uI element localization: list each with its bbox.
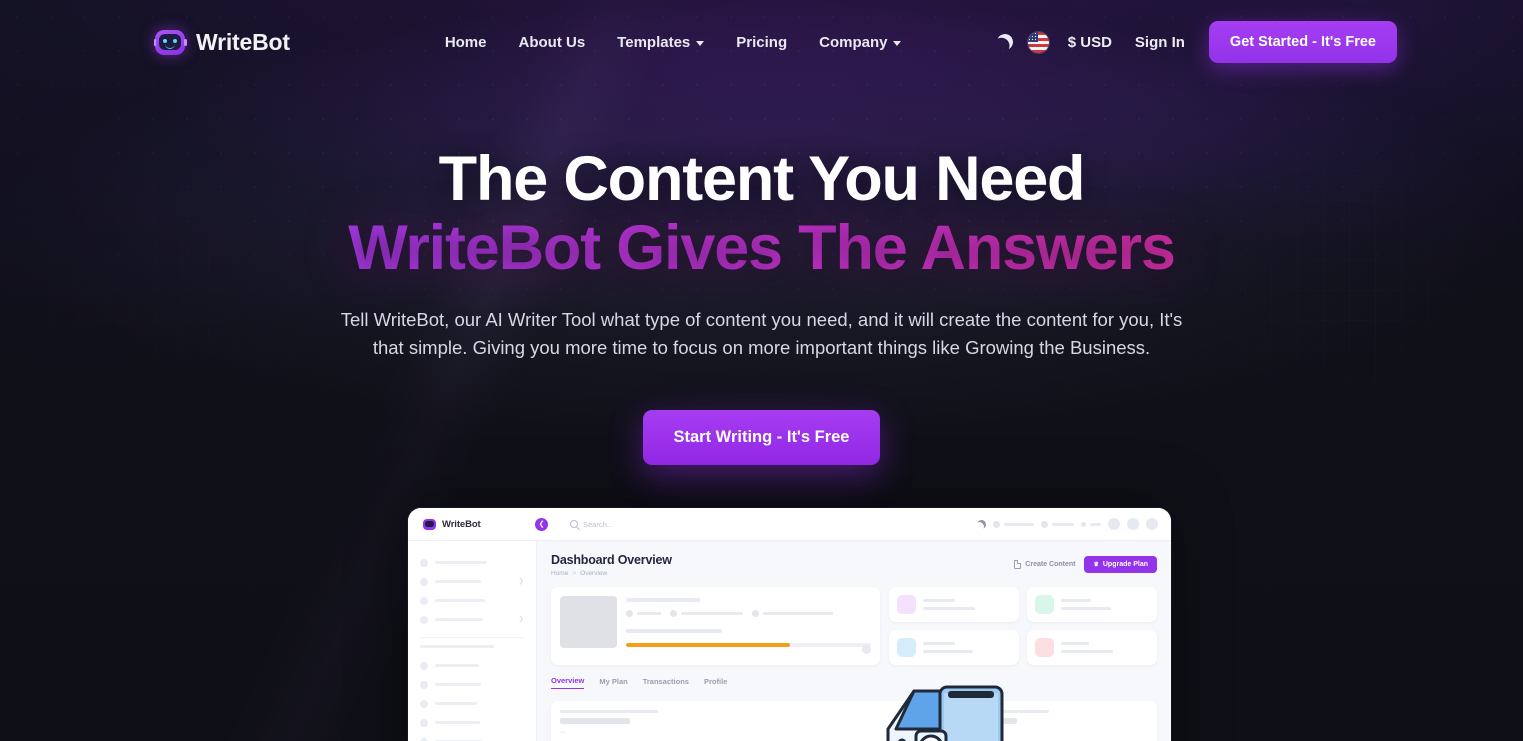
chevron-right-icon: ❯ (518, 616, 524, 623)
stat-card[interactable] (1027, 630, 1157, 665)
mockup-body: ❯ ❯ Dashboard Overview Home > Overview C… (408, 541, 1171, 741)
card-action-icon[interactable] (862, 645, 871, 654)
nav-label: Pricing (736, 33, 788, 51)
sidebar-item[interactable] (408, 713, 536, 732)
nav-item-about-us[interactable]: About Us (519, 34, 586, 51)
mockup-main: Dashboard Overview Home > Overview Creat… (537, 541, 1171, 741)
breadcrumb: Home > Overview (551, 570, 672, 577)
sidebar-item[interactable]: ❯ (408, 572, 536, 591)
upgrade-plan-button[interactable]: ♛ Upgrade Plan (1084, 556, 1157, 573)
sidebar-group-label (420, 645, 494, 649)
card-meta-item (752, 610, 833, 617)
topbar-placeholder-item (993, 520, 1034, 528)
breadcrumb-separator: > (572, 570, 577, 577)
page-title: The Content You Need WriteBot Gives The … (0, 144, 1523, 284)
card-meta-item (670, 610, 743, 617)
sign-in-link[interactable]: Sign In (1135, 34, 1185, 51)
mockup-sidebar: ❯ ❯ (408, 541, 537, 741)
headline-line-1: The Content You Need (438, 144, 1086, 214)
hero-subtitle: Tell WriteBot, our AI Writer Tool what t… (340, 308, 1183, 359)
robot-head-icon (423, 518, 436, 530)
nav-item-pricing[interactable]: Pricing (736, 34, 787, 51)
language-selector-button[interactable] (1022, 25, 1056, 59)
create-content-label: Create Content (1025, 561, 1076, 568)
tab-profile[interactable]: Profile (704, 677, 727, 689)
topbar-placeholder-item (1081, 521, 1101, 527)
upgrade-plan-label: Upgrade Plan (1102, 561, 1148, 568)
start-writing-button[interactable]: Start Writing - It's Free (642, 410, 881, 466)
robot-head-icon (153, 29, 187, 55)
mockup-search[interactable]: Search... (570, 520, 613, 529)
sidebar-item[interactable] (408, 656, 536, 675)
main-navigation: Home About Us Templates Pricing Company (445, 34, 902, 51)
header-actions: $ USD Sign In Get Started - It's Free (988, 21, 1397, 63)
mockup-brand[interactable]: WriteBot (408, 518, 537, 530)
tab-transactions[interactable]: Transactions (643, 677, 689, 689)
mockup-topbar-actions (977, 518, 1171, 530)
nav-label: Home (444, 33, 487, 51)
sidebar-item[interactable]: ❯ (408, 610, 536, 629)
card-thumbnail (560, 596, 617, 648)
avatar[interactable] (1108, 518, 1120, 530)
tab-overview[interactable]: Overview (551, 676, 585, 689)
mockup-tabs: Overview My Plan Transactions Profile (551, 676, 1157, 693)
currency-selector[interactable]: $ USD (1068, 34, 1112, 51)
chevron-right-icon: ❯ (518, 578, 524, 585)
sidebar-item[interactable] (408, 591, 536, 610)
sidebar-collapse-button[interactable]: ❮ (535, 517, 548, 531)
mockup-topbar: WriteBot ❮ Search... (408, 508, 1171, 541)
search-icon (570, 520, 578, 528)
nav-item-home[interactable]: Home (445, 34, 487, 51)
stat-card-grid (889, 587, 1157, 665)
brand-name: WriteBot (196, 28, 290, 55)
mockup-top-grid (551, 587, 1157, 665)
featured-card[interactable] (551, 587, 880, 665)
create-content-button[interactable]: Create Content (1014, 560, 1075, 569)
moon-icon (995, 32, 1015, 52)
chart-axis-label: ▫▫▫ (560, 730, 566, 736)
mockup-lower-grid: ▫▫▫ ▫▫▫ ✦ (551, 701, 1157, 741)
site-header: WriteBot Home About Us Templates Pricing… (0, 0, 1523, 84)
nav-item-templates[interactable]: Templates (617, 33, 705, 51)
mockup-header-actions: Create Content ♛ Upgrade Plan (1014, 553, 1157, 573)
get-started-button[interactable]: Get Started - It's Free (1208, 21, 1397, 63)
nav-label: Company (819, 33, 888, 51)
sidebar-item[interactable] (408, 553, 536, 572)
brand-logo-link[interactable]: WriteBot (153, 28, 290, 56)
theme-toggle-button[interactable] (988, 25, 1022, 59)
hero-section: The Content You Need WriteBot Gives The … (0, 84, 1523, 466)
nav-item-company[interactable]: Company (819, 33, 902, 51)
stat-card[interactable] (889, 587, 1019, 622)
headline-line-2: WriteBot Gives The Answers (0, 213, 1523, 284)
breadcrumb-current: Overview (580, 570, 608, 577)
avatar[interactable] (1127, 518, 1139, 530)
nav-label: About Us (518, 33, 586, 51)
sidebar-item[interactable] (408, 694, 536, 713)
breadcrumb-home[interactable]: Home (551, 570, 568, 577)
dashboard-mockup: WriteBot ❮ Search... ❯ ❯ Dashboard Overv… (408, 508, 1171, 741)
card-meta-item (626, 610, 661, 617)
sidebar-item[interactable] (408, 675, 536, 694)
mockup-page-header: Dashboard Overview Home > Overview Creat… (551, 553, 1157, 577)
stat-card[interactable] (1027, 587, 1157, 622)
crown-icon: ♛ (1093, 561, 1099, 568)
tab-my-plan[interactable]: My Plan (599, 677, 627, 689)
chevron-down-icon (893, 40, 902, 46)
blue-robot-mascot-icon (886, 685, 1004, 741)
topbar-placeholder-item (1041, 520, 1074, 528)
us-flag-icon (1028, 31, 1050, 53)
sidebar-item[interactable] (408, 732, 536, 741)
sidebar-divider (420, 637, 524, 638)
mockup-page-title: Dashboard Overview (551, 553, 672, 567)
stat-card[interactable] (889, 630, 1019, 665)
mockup-brand-name: WriteBot (442, 518, 481, 530)
progress-bar (626, 643, 871, 647)
nav-label: Templates (617, 33, 691, 51)
avatar[interactable] (1146, 518, 1158, 530)
chevron-down-icon (696, 40, 705, 46)
document-icon (1014, 560, 1022, 569)
moon-icon[interactable] (976, 518, 987, 529)
search-placeholder: Search... (583, 519, 614, 529)
